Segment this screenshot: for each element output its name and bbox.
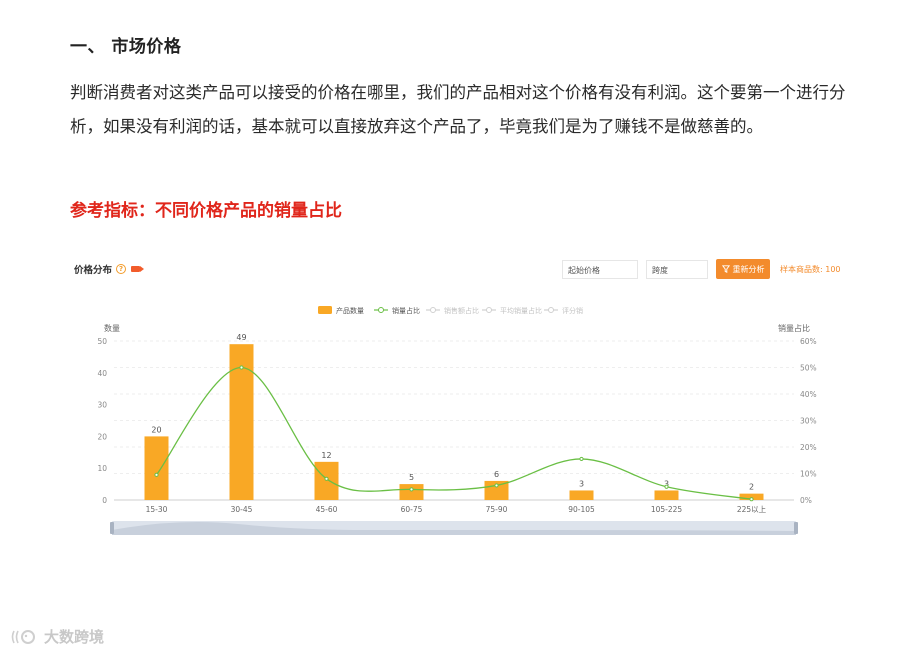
line-point[interactable]: [154, 472, 159, 477]
legend-item[interactable]: 销售额占比: [426, 306, 479, 315]
price-distribution-panel: 价格分布 ? 起始价格 跨度 重新分析 样本商品数: 100 产品数量 销量占比销…: [68, 250, 848, 550]
y-tick-label: 20: [97, 432, 107, 441]
x-tick-label: 15-30: [146, 505, 168, 514]
legend-label: 销量占比: [392, 306, 420, 315]
bar-value-label: 6: [494, 470, 499, 479]
y2-tick-label: 10%: [800, 470, 817, 479]
legend-marker: [548, 307, 554, 313]
bar-value-label: 20: [151, 425, 161, 434]
bar-series: 2049125 63 3 2: [144, 333, 764, 500]
chart-legend: 产品数量 销量占比 销售额占比 平均销量占比 评分销: [318, 306, 583, 315]
legend-item[interactable]: 产品数量: [318, 306, 364, 315]
bar[interactable]: [569, 490, 594, 500]
legend-swatch: [318, 306, 332, 314]
zoom-slider[interactable]: [110, 521, 798, 535]
section-heading: 一、 市场价格: [70, 37, 182, 57]
legend-item[interactable]: 评分销: [544, 306, 583, 315]
x-tick-label: 30-45: [231, 505, 253, 514]
bar-value-label: 12: [321, 451, 331, 460]
y-tick-label: 40: [97, 369, 107, 378]
y2-tick-label: 50%: [800, 364, 817, 373]
y2-tick-label: 0%: [800, 496, 812, 505]
x-tick-label: 75-90: [486, 505, 508, 514]
zoom-handle-right[interactable]: [794, 522, 798, 534]
bar[interactable]: [654, 490, 679, 500]
x-tick-label: 105-225: [651, 505, 683, 514]
watermark-text: 大数跨境: [44, 628, 105, 646]
bar-value-label: 49: [236, 333, 246, 342]
legend-marker: [378, 307, 384, 313]
y-axis-title: 数量: [104, 323, 120, 333]
legend-label: 销售额占比: [444, 306, 479, 315]
body-paragraph: 判断消费者对这类产品可以接受的价格在哪里，我们的产品相对这个价格有没有利润。这个…: [70, 83, 846, 136]
y2-axis-title: 销量占比: [778, 323, 810, 333]
x-tick-label: 90-105: [568, 505, 595, 514]
legend-marker: [430, 307, 436, 313]
y2-axis-ticks: 0% 10% 20% 30% 40% 50% 60%: [800, 337, 817, 505]
bar-value-label: 3: [579, 479, 584, 488]
y-tick-label: 10: [97, 464, 107, 473]
legend-marker: [486, 307, 492, 313]
line-point[interactable]: [749, 497, 754, 502]
legend-item[interactable]: 销量占比: [374, 306, 420, 315]
watermark: 大数跨境: [10, 626, 104, 647]
y2-tick-label: 60%: [800, 337, 817, 346]
y-tick-label: 50: [97, 337, 107, 346]
reference-indicator-title: 参考指标：不同价格产品的销量占比: [70, 201, 342, 221]
x-axis-ticks: 15-30 30-45 45-60 60-75 75-90 90-105 105-225 22…: [146, 505, 767, 514]
y-tick-label: 0: [102, 496, 107, 505]
legend-label: 产品数量: [336, 306, 364, 315]
legend-label: 平均销量占比: [500, 306, 542, 315]
x-tick-label: 60-75: [401, 505, 423, 514]
line-point[interactable]: [494, 483, 499, 488]
chart-grid: [114, 340, 794, 501]
y-tick-label: 30: [97, 401, 107, 410]
bar-value-label: 2: [749, 483, 754, 492]
bar[interactable]: [399, 484, 424, 500]
legend-item[interactable]: 平均销量占比: [482, 306, 542, 315]
bar[interactable]: [314, 461, 339, 500]
legend-label: 评分销: [562, 306, 583, 315]
bar[interactable]: [144, 436, 169, 500]
line-point[interactable]: [579, 456, 584, 462]
y2-tick-label: 30%: [800, 417, 817, 426]
y2-tick-label: 40%: [800, 390, 817, 399]
price-distribution-chart: 产品数量 销量占比 销售额占比 平均销量占比 评分销 数量 销量占比 010203040…: [97, 306, 817, 535]
x-tick-label: 45-60: [316, 505, 338, 514]
line-point[interactable]: [409, 487, 414, 492]
watermark-logo-icon: [11, 629, 35, 644]
line-point[interactable]: [239, 365, 244, 370]
y2-tick-label: 20%: [800, 443, 817, 452]
y-axis-ticks: 0 10 20 30 40 50: [97, 337, 107, 505]
bar-value-label: 5: [409, 473, 414, 482]
line-point[interactable]: [324, 476, 329, 481]
zoom-handle-left[interactable]: [110, 522, 114, 534]
x-tick-label: 225以上: [737, 505, 767, 514]
line-point[interactable]: [664, 484, 669, 489]
